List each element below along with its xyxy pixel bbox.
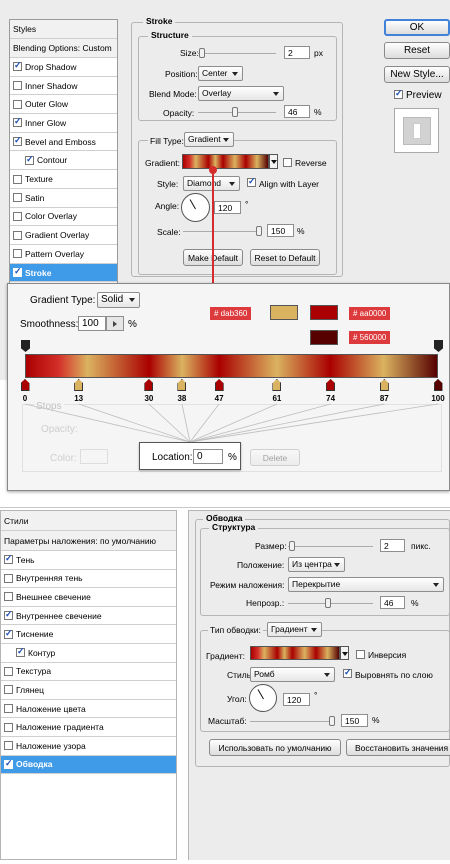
opacity-slider-ru-thumb[interactable]	[325, 598, 331, 608]
ru-style-item[interactable]: Тиснение	[1, 625, 176, 644]
ru-style-item[interactable]: Внутреннее свечение	[1, 607, 176, 626]
ru-style-item[interactable]: Тень	[1, 551, 176, 570]
ru-style-item[interactable]: Контур	[1, 644, 176, 663]
style-item-label: Обводка	[16, 759, 53, 770]
style-item-label: Наложение цвета	[16, 703, 86, 714]
angle-needle-ru	[257, 689, 264, 700]
ru-style-item[interactable]: Наложение цвета	[1, 700, 176, 719]
ru-style-item[interactable]: Наложение градиента	[1, 718, 176, 737]
style-item-label: Наложение узора	[16, 740, 86, 751]
styles-list-ru: Стили Параметры наложения: по умолчанию Т…	[0, 510, 177, 860]
position-label-ru: Положение:	[237, 560, 285, 570]
location-label: Location:	[152, 452, 193, 463]
stop-leader-line	[24, 403, 191, 443]
structure-title-ru: Структура	[209, 522, 259, 532]
size-slider-ru-thumb[interactable]	[289, 541, 295, 551]
stop-leader-lines	[24, 403, 439, 443]
reverse-checkbox-ru[interactable]	[356, 650, 365, 659]
ru-style-item[interactable]: Обводка	[1, 755, 176, 775]
style-item-label: Контур	[28, 647, 56, 658]
fill-type-label-ru: Тип обводки:	[208, 625, 263, 635]
scale-label-ru: Масштаб:	[208, 716, 247, 726]
stop-leader-line	[189, 403, 385, 443]
style-item-label: Глянец	[16, 684, 44, 695]
blend-mode-select-ru[interactable]: Перекрытие	[288, 577, 444, 592]
size-label-ru: Размер:	[255, 541, 287, 551]
scale-unit-ru: %	[372, 715, 380, 725]
angle-input-ru[interactable]: 120	[283, 693, 310, 706]
styles-header-ru: Стили	[1, 511, 176, 531]
ru-style-item[interactable]: Текстура	[1, 663, 176, 682]
ru-style-item[interactable]: Глянец	[1, 681, 176, 700]
align-with-layer-checkbox-ru[interactable]: ✓	[343, 667, 352, 678]
checkbox[interactable]	[4, 704, 13, 714]
style-item-label: Тиснение	[16, 629, 54, 640]
size-slider-ru[interactable]	[288, 546, 373, 548]
checkbox[interactable]	[4, 553, 13, 565]
checkbox[interactable]	[4, 685, 13, 695]
make-default-button-ru[interactable]: Использовать по умолчанию	[209, 739, 341, 756]
opacity-input-ru[interactable]: 46	[380, 596, 405, 609]
checkbox[interactable]	[4, 592, 13, 602]
stop-leader-line	[189, 403, 278, 443]
chevron-down-icon	[342, 652, 348, 656]
scale-input-ru[interactable]: 150	[341, 714, 368, 727]
style-item-label: Параметры наложения: по умолчанию	[4, 535, 156, 546]
style-item-label: Внутреннее свечение	[16, 610, 102, 621]
opacity-unit-ru: %	[411, 598, 419, 608]
reverse-label-ru: Инверсия	[368, 650, 407, 660]
checkmark-icon: ✓	[344, 667, 352, 677]
reset-to-default-button-ru[interactable]: Восстановить значения по	[346, 739, 450, 756]
fill-type-select-ru[interactable]: Градиент	[267, 622, 322, 637]
checkbox[interactable]	[4, 758, 13, 769]
style-item-label: Внешнее свечение	[16, 591, 91, 602]
ru-style-item[interactable]: Внешнее свечение	[1, 588, 176, 607]
stop-leader-line	[148, 403, 191, 443]
angle-dial-ru[interactable]	[249, 684, 277, 712]
gradient-dropdown-button-ru[interactable]	[340, 646, 349, 660]
size-input-ru[interactable]: 2	[380, 539, 405, 552]
checkbox[interactable]	[4, 722, 13, 732]
stop-leader-line	[189, 403, 439, 443]
scale-slider-ru[interactable]	[250, 721, 335, 723]
stop-leader-line	[189, 403, 331, 443]
scale-slider-ru-thumb[interactable]	[329, 716, 335, 726]
checkbox[interactable]	[4, 666, 13, 676]
style-item-label: Наложение градиента	[16, 722, 104, 733]
gradient-swatch-ru[interactable]	[250, 646, 340, 660]
stop-leader-line	[189, 403, 220, 443]
styles-header-ru-label: Стили	[4, 515, 29, 526]
style-item-label: Внутренняя тень	[16, 573, 83, 584]
checkbox[interactable]	[4, 609, 13, 621]
position-select-ru[interactable]: Из центра	[288, 557, 345, 572]
location-unit: %	[228, 452, 237, 463]
checkbox[interactable]	[4, 573, 13, 583]
style-item-label: Тень	[16, 554, 35, 565]
style-item-label: Текстура	[16, 666, 52, 677]
angle-unit-ru: °	[314, 690, 318, 700]
stop-leader-line	[181, 403, 191, 443]
size-unit-ru: пикс.	[411, 541, 431, 551]
blend-mode-label-ru: Режим наложения:	[210, 580, 285, 590]
stop-leader-line	[78, 403, 191, 443]
checkbox[interactable]	[16, 646, 25, 658]
style-select-ru[interactable]: Ромб	[250, 667, 335, 682]
separator-line	[0, 507, 450, 508]
checkbox[interactable]	[4, 741, 13, 751]
ru-style-item[interactable]: Внутренняя тень	[1, 570, 176, 589]
gradient-label-ru: Градиент:	[206, 651, 245, 661]
ru-style-item[interactable]: Параметры наложения: по умолчанию	[1, 531, 176, 551]
checkbox[interactable]	[4, 628, 13, 639]
ru-style-item[interactable]: Наложение узора	[1, 737, 176, 756]
opacity-label-ru: Непрозр.:	[246, 598, 285, 608]
angle-label-ru: Угол:	[227, 694, 247, 704]
location-input[interactable]: 0	[193, 449, 223, 464]
align-with-layer-label-ru: Выровнять по слою	[355, 670, 433, 680]
